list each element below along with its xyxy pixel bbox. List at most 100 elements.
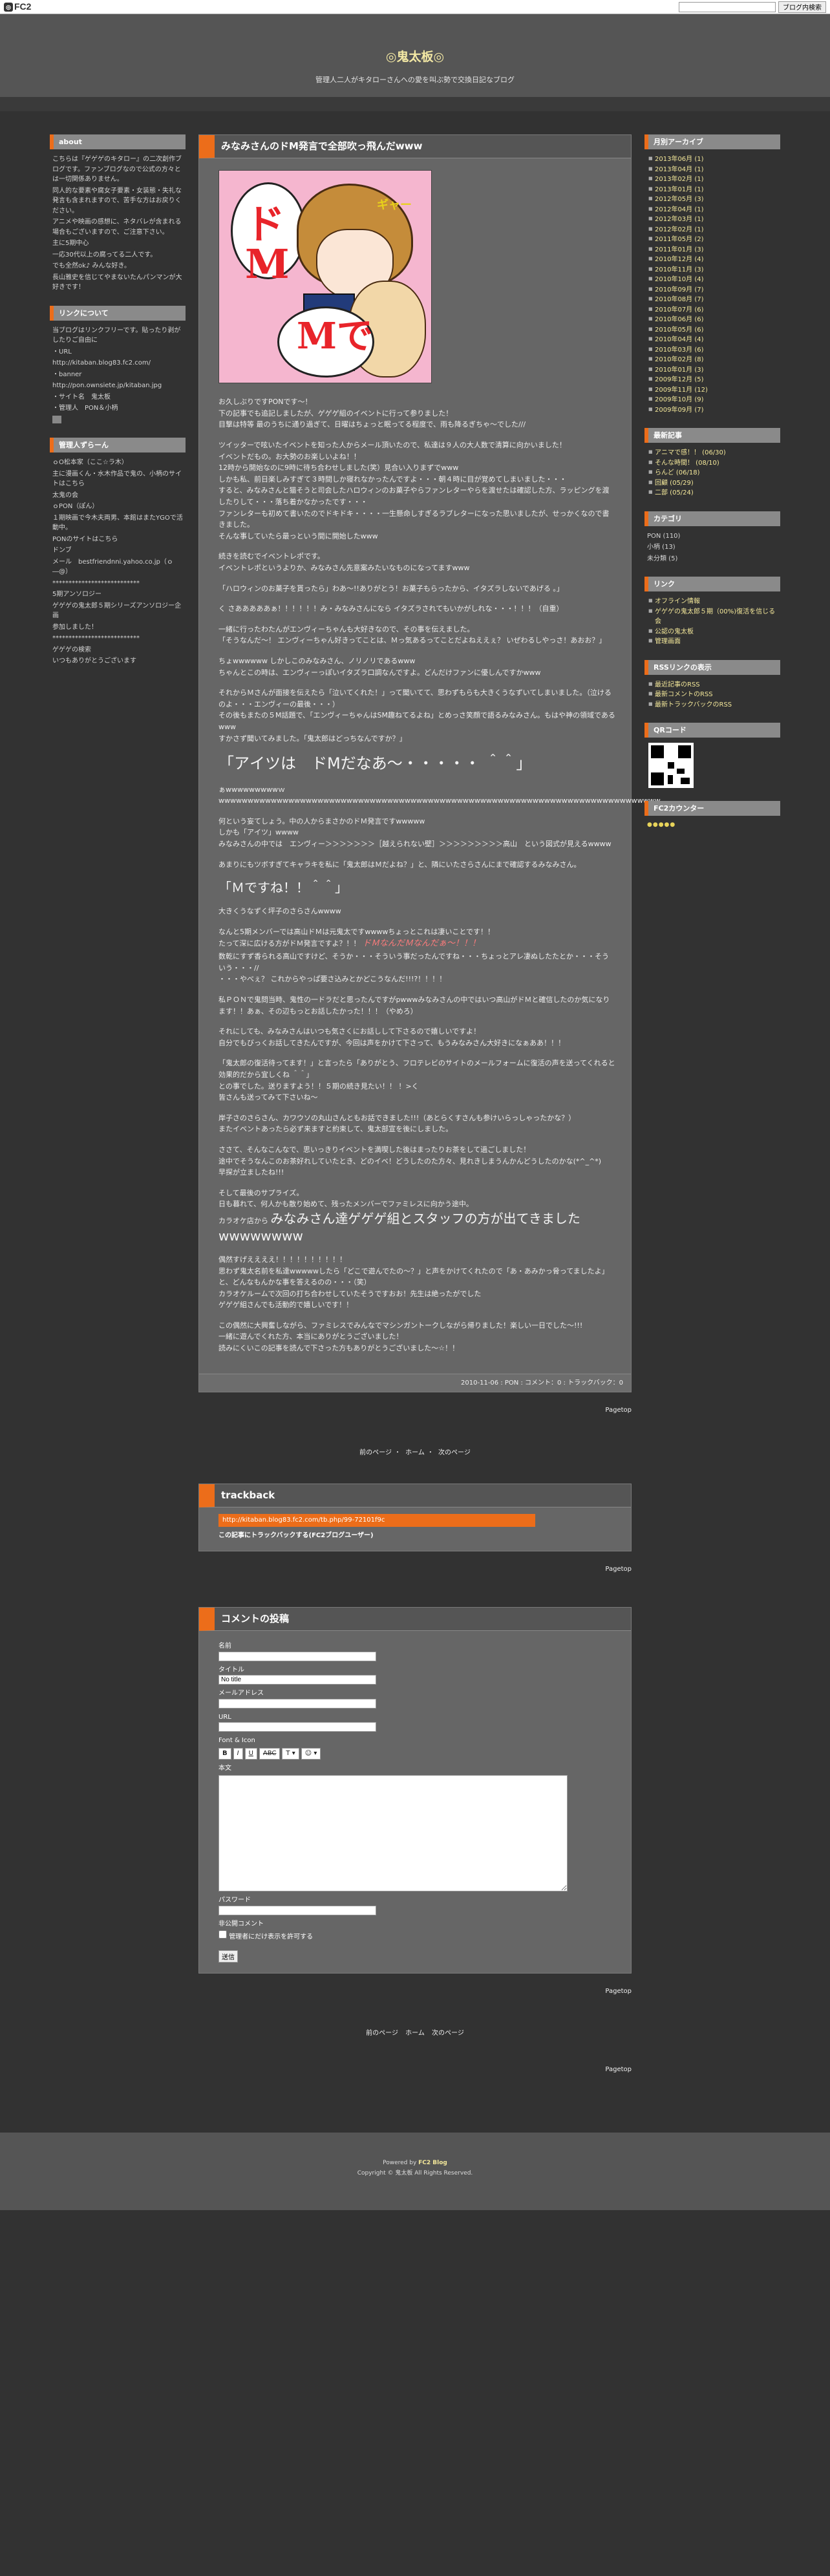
archive-item[interactable]: 2011年05月 (2) <box>647 235 778 245</box>
link-item[interactable]: オフライン情報 <box>647 597 778 607</box>
rss-item[interactable]: 最近記事のRSS <box>647 680 778 690</box>
archive-item[interactable]: 2009年12月 (5) <box>647 375 778 385</box>
archive-item-link[interactable]: 2010年11月 (3) <box>655 266 704 273</box>
archive-item-link[interactable]: 2012年05月 (3) <box>655 196 704 203</box>
archive-item-link[interactable]: 2011年01月 (3) <box>655 246 704 253</box>
rss-item[interactable]: 最新トラックバックのRSS <box>647 700 778 710</box>
prev-page-link[interactable]: 前のページ <box>359 1449 392 1456</box>
recent-item-link[interactable]: らんど (06/18) <box>655 469 700 476</box>
archive-item-link[interactable]: 2012年03月 (1) <box>655 216 704 223</box>
home-link[interactable]: ホーム <box>405 1449 425 1456</box>
recent-item[interactable]: 二部 (05/24) <box>647 488 778 498</box>
archive-item[interactable]: 2010年12月 (4) <box>647 255 778 265</box>
recent-item-link[interactable]: 二部 (05/24) <box>655 489 694 496</box>
next-page-link-2[interactable]: 次のページ <box>432 2030 464 2037</box>
archive-item[interactable]: 2013年04月 (1) <box>647 165 778 175</box>
archive-item[interactable]: 2011年01月 (3) <box>647 245 778 255</box>
rss-item-link[interactable]: 最近記事のRSS <box>655 681 700 688</box>
text-size-button[interactable]: T ▾ <box>282 1747 299 1760</box>
entry-title[interactable]: みなみさんのドM発言で全部吹っ飛んだwww <box>199 135 631 159</box>
archive-item-link[interactable]: 2013年06月 (1) <box>655 156 704 163</box>
archive-item-link[interactable]: 2010年06月 (6) <box>655 316 704 323</box>
link-item[interactable]: 管理画面 <box>647 637 778 647</box>
archive-item-link[interactable]: 2010年05月 (6) <box>655 326 704 334</box>
link-item-link[interactable]: 管理画面 <box>655 638 681 645</box>
archive-item-link[interactable]: 2009年10月 (9) <box>655 396 704 403</box>
emoji-button[interactable]: ☺ ▾ <box>301 1747 321 1760</box>
rss-item-link[interactable]: 最新コメントのRSS <box>655 691 713 698</box>
archive-item-link[interactable]: 2010年03月 (6) <box>655 346 704 354</box>
archive-item[interactable]: 2010年07月 (6) <box>647 305 778 315</box>
archive-item[interactable]: 2012年03月 (1) <box>647 215 778 225</box>
archive-item[interactable]: 2010年02月 (8) <box>647 355 778 365</box>
archive-item-link[interactable]: 2010年07月 (6) <box>655 306 704 314</box>
email-input[interactable] <box>218 1698 376 1708</box>
url-input[interactable] <box>218 1722 376 1732</box>
secret-checkbox[interactable] <box>218 1930 227 1939</box>
trackback-fc2-link[interactable]: この記事にトラックバックする(FC2ブログユーザー) <box>218 1532 374 1539</box>
archive-item[interactable]: 2013年02月 (1) <box>647 175 778 185</box>
archive-item[interactable]: 2009年09月 (7) <box>647 405 778 416</box>
entry-comments-link[interactable]: コメント：0 <box>525 1379 561 1387</box>
pagetop-link-3[interactable]: Pagetop <box>605 1988 632 1995</box>
archive-item[interactable]: 2010年03月 (6) <box>647 345 778 356</box>
archive-item[interactable]: 2012年05月 (3) <box>647 195 778 205</box>
archive-item-link[interactable]: 2009年12月 (5) <box>655 376 704 383</box>
archive-item-link[interactable]: 2010年09月 (7) <box>655 286 704 293</box>
archive-item[interactable]: 2012年02月 (1) <box>647 225 778 235</box>
archive-item-link[interactable]: 2010年01月 (3) <box>655 367 704 374</box>
recent-item[interactable]: 回顧 (05/29) <box>647 478 778 489</box>
archive-item[interactable]: 2009年11月 (12) <box>647 385 778 396</box>
recent-item[interactable]: らんど (06/18) <box>647 468 778 478</box>
archive-item-link[interactable]: 2013年02月 (1) <box>655 176 704 183</box>
link-item[interactable]: ゲゲゲの鬼太郎５期（00%)復活を信じる会 <box>647 607 778 627</box>
archive-item-link[interactable]: 2010年10月 (4) <box>655 276 704 283</box>
banner-image[interactable] <box>52 415 61 423</box>
recent-item-link[interactable]: 回顧 (05/29) <box>655 480 694 487</box>
recent-item[interactable]: そんな時間！ (08/10) <box>647 458 778 469</box>
rss-item[interactable]: 最新コメントのRSS <box>647 690 778 700</box>
archive-item[interactable]: 2010年10月 (4) <box>647 275 778 285</box>
archive-item[interactable]: 2013年01月 (1) <box>647 185 778 195</box>
next-page-link[interactable]: 次のページ <box>438 1449 471 1456</box>
underline-button[interactable]: U <box>244 1747 257 1760</box>
archive-item-link[interactable]: 2009年11月 (12) <box>655 387 708 394</box>
archive-item-link[interactable]: 2010年12月 (4) <box>655 256 704 263</box>
archive-item[interactable]: 2010年08月 (7) <box>647 295 778 305</box>
link-item[interactable]: 公認の鬼太板 <box>647 627 778 637</box>
name-input[interactable] <box>218 1651 376 1661</box>
pagetop-link[interactable]: Pagetop <box>605 1407 632 1414</box>
rss-item-link[interactable]: 最新トラックバックのRSS <box>655 701 732 708</box>
archive-item-link[interactable]: 2010年04月 (4) <box>655 336 704 343</box>
archive-item-link[interactable]: 2013年04月 (1) <box>655 166 704 173</box>
prev-page-link-2[interactable]: 前のページ <box>366 2030 398 2037</box>
archive-item[interactable]: 2010年09月 (7) <box>647 285 778 295</box>
archive-item-link[interactable]: 2010年02月 (8) <box>655 356 704 363</box>
submit-button[interactable]: 送信 <box>218 1950 238 1963</box>
pagetop-link-2[interactable]: Pagetop <box>605 1566 632 1573</box>
archive-item-link[interactable]: 2010年08月 (7) <box>655 296 704 303</box>
archive-item[interactable]: 2010年06月 (6) <box>647 315 778 325</box>
comment-textarea[interactable] <box>218 1775 568 1892</box>
archive-item[interactable]: 2010年11月 (3) <box>647 265 778 275</box>
archive-item-link[interactable]: 2013年01月 (1) <box>655 186 704 193</box>
pagetop-link-4[interactable]: Pagetop <box>605 2066 632 2073</box>
trackback-url[interactable]: http://kitaban.blog83.fc2.com/tb.php/99-… <box>218 1514 535 1527</box>
link-item-link[interactable]: オフライン情報 <box>655 598 700 605</box>
bold-button[interactable]: B <box>218 1747 231 1760</box>
search-button[interactable]: ブログ内検索 <box>778 1 826 13</box>
link-item-link[interactable]: ゲゲゲの鬼太郎５期（00%)復活を信じる会 <box>655 608 775 626</box>
entry-author-link[interactable]: PON <box>505 1379 518 1387</box>
strike-button[interactable]: ABC <box>259 1747 281 1760</box>
fc2-logo[interactable]: ◎ FC2 <box>4 0 31 14</box>
archive-item[interactable]: 2010年05月 (6) <box>647 325 778 335</box>
archive-item-link[interactable]: 2011年05月 (2) <box>655 236 704 243</box>
archive-item-link[interactable]: 2012年04月 (1) <box>655 206 704 213</box>
home-link-2[interactable]: ホーム <box>405 2030 425 2037</box>
fc2-blog-link[interactable]: FC2 Blog <box>418 2160 447 2166</box>
recent-item-link[interactable]: アニマで感！！ (06/30) <box>655 449 726 456</box>
recent-item[interactable]: アニマで感！！ (06/30) <box>647 448 778 458</box>
entry-trackback-link[interactable]: トラックバック：0 <box>568 1379 623 1387</box>
title-input[interactable] <box>218 1675 376 1685</box>
blog-title[interactable]: ◎鬼太板◎ <box>0 48 830 67</box>
